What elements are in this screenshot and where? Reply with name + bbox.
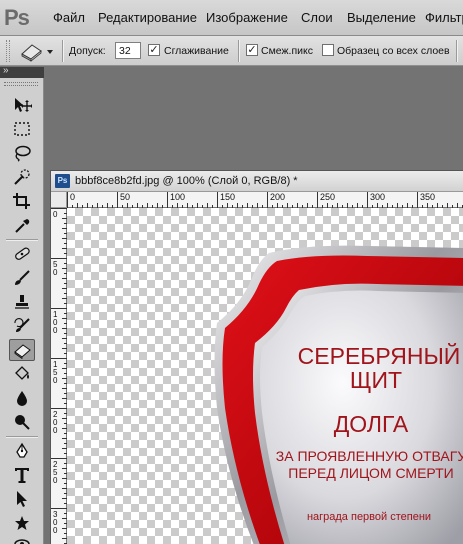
ruler-v-label: 0: [53, 526, 58, 535]
collapse-icon[interactable]: »: [3, 65, 9, 76]
toolbox: »: [0, 65, 44, 544]
ruler-v-label: 0: [53, 476, 58, 485]
eraser-tool-icon[interactable]: [9, 339, 35, 361]
shield-text-line-4: ЗА ПРОЯВЛЕННУЮ ОТВАГУ: [276, 448, 463, 464]
toolbox-divider: [6, 239, 38, 240]
shield-text-line-2: ЩИТ: [350, 367, 402, 393]
document-window: Ps bbbf8ce8b2fd.jpg @ 100% (Слой 0, RGB/…: [50, 170, 463, 544]
ruler-h-label: 200: [270, 192, 285, 202]
menu-layers[interactable]: Слои: [301, 10, 333, 25]
options-separator: [238, 40, 239, 62]
menu-edit[interactable]: Редактирование: [98, 10, 197, 25]
eyedropper-tool-icon[interactable]: [9, 214, 35, 236]
ruler-h-label: 50: [120, 192, 130, 202]
shield-text-line-6: награда первой степени: [307, 511, 431, 523]
toolbox-header[interactable]: »: [0, 65, 44, 78]
ruler-h-label: 250: [320, 192, 335, 202]
options-bar-grip[interactable]: [6, 40, 10, 62]
ruler-v-label: 0: [53, 326, 58, 335]
ruler-v-label: 0: [53, 426, 58, 435]
document-tab[interactable]: Ps bbbf8ce8b2fd.jpg @ 100% (Слой 0, RGB/…: [51, 171, 463, 192]
vertical-ruler[interactable]: 050100150200250300: [51, 208, 67, 544]
menu-bar: Ps Файл Редактирование Изображение Слои …: [0, 0, 463, 36]
shield-text-line-1: СЕРЕБРЯНЫЙ: [298, 342, 461, 369]
tolerance-input[interactable]: [115, 42, 141, 59]
move-tool-icon[interactable]: [9, 94, 35, 116]
tool-preset-picker[interactable]: [16, 40, 58, 62]
antialias-checkbox[interactable]: ✓: [148, 44, 160, 56]
vertical-ruler-ticks: 050100150200250300: [51, 208, 67, 544]
menu-filter[interactable]: Фильтр: [425, 10, 463, 25]
photoshop-logo: Ps: [4, 5, 30, 30]
horizontal-ruler[interactable]: 0 50 100 150 200 250 300 350: [67, 192, 463, 208]
pen-tool-icon[interactable]: [9, 440, 35, 462]
3d-rotate-tool-icon[interactable]: [9, 533, 35, 544]
options-separator: [456, 40, 457, 62]
ruler-v-label: 0: [53, 210, 58, 219]
lasso-tool-icon[interactable]: [9, 142, 35, 164]
document-title: bbbf8ce8b2fd.jpg @ 100% (Слой 0, RGB/8) …: [75, 175, 298, 187]
toolbox-grip[interactable]: [4, 82, 38, 86]
ruler-h-label: 150: [220, 192, 235, 202]
antialias-label: Сглаживание: [164, 45, 229, 57]
menu-file[interactable]: Файл: [53, 10, 85, 25]
document-canvas[interactable]: СЕРЕБРЯНЫЙ ЩИТ ДОЛГА ЗА ПРОЯВЛЕННУЮ ОТВА…: [67, 208, 463, 544]
ruler-v-label: 0: [53, 376, 58, 385]
clone-stamp-tool-icon[interactable]: [9, 291, 35, 313]
ruler-v-label: 0: [53, 268, 58, 277]
tolerance-label: Допуск:: [69, 45, 106, 57]
options-bar: Допуск: ✓ Сглаживание ✓ Смеж.пикс Образе…: [0, 36, 463, 66]
options-separator: [62, 40, 63, 62]
ruler-h-label: 0: [70, 192, 75, 202]
marquee-tool-icon[interactable]: [9, 118, 35, 140]
shield-text-line-3: ДОЛГА: [334, 411, 409, 437]
custom-shape-tool-icon[interactable]: [9, 512, 35, 534]
silver-shield-artwork: СЕРЕБРЯНЫЙ ЩИТ ДОЛГА ЗА ПРОЯВЛЕННУЮ ОТВА…: [214, 245, 463, 544]
blur-tool-icon[interactable]: [9, 387, 35, 409]
sample-all-layers-checkbox[interactable]: [322, 44, 334, 56]
shield-text-line-5: ПЕРЕД ЛИЦОМ СМЕРТИ: [288, 465, 453, 481]
ruler-h-label: 300: [370, 192, 385, 202]
toolbox-divider: [6, 436, 38, 437]
menu-image[interactable]: Изображение: [206, 10, 288, 25]
contiguous-checkbox[interactable]: ✓: [246, 44, 258, 56]
dodge-tool-icon[interactable]: [9, 411, 35, 433]
eraser-preset-icon: [21, 44, 53, 62]
crop-tool-icon[interactable]: [9, 190, 35, 212]
paint-bucket-tool-icon[interactable]: [9, 363, 35, 385]
ruler-origin[interactable]: [51, 192, 67, 208]
path-selection-tool-icon[interactable]: [9, 488, 35, 510]
sample-all-layers-label: Образец со всех слоев: [337, 45, 450, 57]
brush-tool-icon[interactable]: [9, 267, 35, 289]
ruler-h-label: 100: [170, 192, 185, 202]
document-ps-icon: Ps: [55, 174, 70, 188]
menu-select[interactable]: Выделение: [347, 10, 416, 25]
ruler-h-label: 350: [420, 192, 435, 202]
contiguous-label: Смеж.пикс: [261, 45, 313, 57]
type-tool-icon[interactable]: [9, 464, 35, 486]
history-brush-tool-icon[interactable]: [9, 315, 35, 337]
quick-selection-tool-icon[interactable]: [9, 166, 35, 188]
healing-brush-tool-icon[interactable]: [9, 243, 35, 265]
horizontal-ruler-ticks: 0 50 100 150 200 250 300 350: [67, 192, 463, 208]
